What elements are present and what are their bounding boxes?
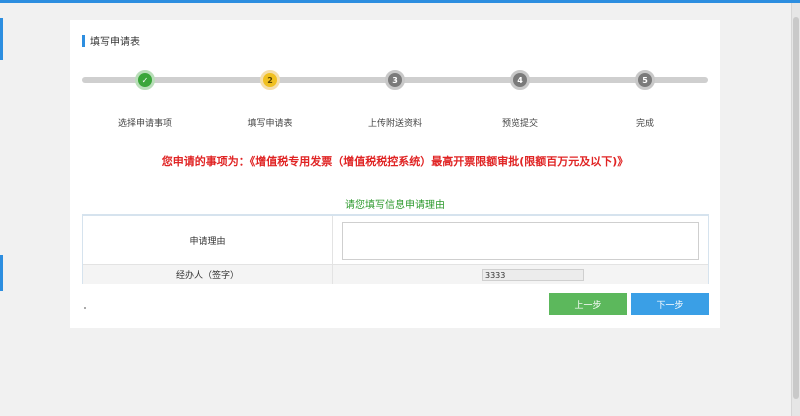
step-2-label: 填写申请表 [247,119,293,129]
step-5-label: 完成 [635,119,654,129]
left-edge-marker [0,255,3,291]
decorative-dot [84,307,86,309]
step-1-checkmark: ✓ [141,75,149,85]
panel-title: 填写申请表 [82,33,140,48]
reason-row: 申请理由 [83,216,708,265]
step-5-number: 5 [642,75,648,85]
step-5-pending: 5 [635,70,655,90]
next-step-button[interactable]: 下一步 [631,293,709,315]
application-item-notice: 您申请的事项为：《增值税专用发票（增值税税控系统）最高开票限额审批(限额百万元及… [161,155,629,168]
step-2-current: 2 [260,70,280,90]
agent-signature-field[interactable] [482,269,584,281]
top-accent-bar [0,0,800,3]
step-3-label: 上传附送资料 [367,119,422,129]
step-4-label: 预览提交 [501,119,538,129]
step-4-number: 4 [517,75,523,85]
step-2-number: 2 [267,75,273,85]
step-1-label: 选择申请事项 [117,119,172,129]
vertical-scrollbar[interactable] [791,3,800,416]
scrollbar-thumb[interactable] [793,17,799,399]
step-4-pending: 4 [510,70,530,90]
application-form-panel: 填写申请表 ✓ 2 3 4 5 选择申请事项 填写申请表 上传附送资料 预览提交… [70,20,720,328]
step-3-number: 3 [392,75,398,85]
step-3-pending: 3 [385,70,405,90]
form-section-heading: 请您填写信息申请理由 [345,200,445,211]
application-form-table: 申请理由 经办人（签字） [82,214,709,284]
agent-row: 经办人（签字） [83,265,708,284]
reason-textarea[interactable] [342,222,699,260]
previous-step-button[interactable]: 上一步 [549,293,627,315]
agent-label: 经办人（签字） [83,265,333,284]
left-edge-marker [0,18,3,60]
step-1-done-icon: ✓ [135,70,155,90]
panel-title-text: 填写申请表 [90,37,140,48]
reason-label: 申请理由 [83,216,333,264]
title-marker [82,34,85,47]
